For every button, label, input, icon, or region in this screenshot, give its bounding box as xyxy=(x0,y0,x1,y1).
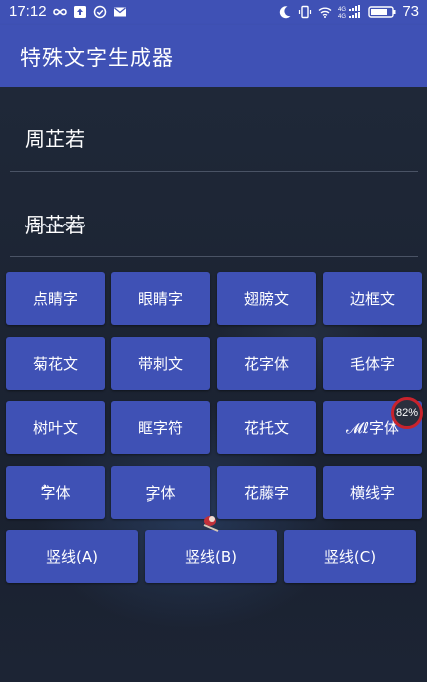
battery-level: 73 xyxy=(402,3,419,20)
badge-percent: 82% xyxy=(395,407,419,419)
infinity-icon xyxy=(52,5,67,19)
check-circle-icon xyxy=(93,5,107,19)
output-field[interactable]: 周芷若 xyxy=(10,171,418,257)
style-button[interactable]: 树叶文 xyxy=(6,401,105,454)
app-bar: 特殊文字生成器 xyxy=(0,25,427,87)
style-button[interactable]: 毛体字 xyxy=(323,337,422,390)
background-figure-image xyxy=(198,512,228,536)
wifi-icon xyxy=(318,5,332,19)
output-text: 周芷若 xyxy=(25,213,85,237)
svg-text:4G: 4G xyxy=(338,14,346,19)
style-button[interactable]: 眶字符 xyxy=(111,401,210,454)
status-time: 17:12 xyxy=(9,3,47,20)
style-button[interactable]: 点睛字 xyxy=(6,272,105,325)
input-text: 周芷若 xyxy=(25,127,85,151)
floating-progress-badge[interactable]: 82% xyxy=(391,397,423,429)
style-button[interactable]: 花字体 xyxy=(217,337,316,390)
do-not-disturb-icon xyxy=(278,5,292,19)
vertical-line-a-button[interactable]: 竖线(A) xyxy=(6,530,138,583)
signal-bars-icon: 4G 4G xyxy=(338,4,362,19)
mail-icon xyxy=(113,5,127,19)
style-button[interactable]: 眼睛字 xyxy=(111,272,210,325)
style-button[interactable]: 花托文 xyxy=(217,401,316,454)
style-button[interactable]: ٍٍ字体 xyxy=(111,466,210,519)
style-button[interactable]: 菊花文 xyxy=(6,337,105,390)
status-bar: 17:12 4G 4G 73 xyxy=(0,0,427,25)
input-field[interactable]: 周芷若 xyxy=(10,87,418,172)
style-button[interactable]: 翅膀文 xyxy=(217,272,316,325)
vibrate-icon xyxy=(298,5,312,19)
style-button[interactable]: 花藤字 xyxy=(217,466,316,519)
battery-icon xyxy=(368,5,396,19)
vertical-line-c-button[interactable]: 竖线(C) xyxy=(284,530,416,583)
style-button[interactable]: 横线字 xyxy=(323,466,422,519)
style-button[interactable]: 边框文 xyxy=(323,272,422,325)
style-button[interactable]: ٌٌ字体 xyxy=(6,466,105,519)
app-title: 特殊文字生成器 xyxy=(20,46,174,70)
vertical-line-b-button[interactable]: 竖线(B) xyxy=(145,530,277,583)
main-content: 周芷若 周芷若 点睛字 眼睛字 翅膀文 边框文 菊花文 带刺文 花字体 毛体字 … xyxy=(0,87,427,682)
upload-icon xyxy=(73,5,87,19)
style-button[interactable]: 带刺文 xyxy=(111,337,210,390)
signal-4g-label: 4G xyxy=(338,7,346,13)
